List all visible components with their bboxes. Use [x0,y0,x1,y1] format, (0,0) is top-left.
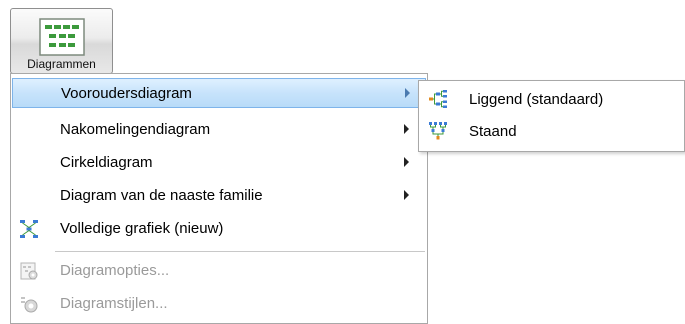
submenu-item-horizontal[interactable]: Liggend (standaard) [419,84,684,114]
menu-item-label: Diagramstijlen... [60,295,168,312]
submenu-item-vertical[interactable]: Staand [419,116,684,146]
ancestor-chart-submenu: Liggend (standaard) Staand [418,80,685,152]
diagrams-icon [38,17,86,59]
menu-item-chart-options[interactable]: Diagramopties... [12,256,426,286]
menu-item-label: Volledige grafiek (nieuw) [60,220,224,237]
diagrams-button-label: Diagrammen [27,57,96,71]
menu-item-full-graph[interactable]: Volledige grafiek (nieuw) [12,214,426,244]
menu-item-label: Vooroudersdiagram [61,85,192,102]
submenu-arrow-icon [404,190,409,200]
menu-item-ancestor-chart[interactable]: Vooroudersdiagram [12,78,426,108]
app-root: Diagrammen Vooroudersdiagram Nakomelinge… [0,0,685,324]
horizontal-tree-icon [428,89,448,109]
diagrams-ribbon-button[interactable]: Diagrammen [10,8,113,74]
menu-separator [55,251,425,253]
menu-item-family-chart[interactable]: Diagram van de naaste familie [12,181,426,211]
menu-item-chart-styles[interactable]: Diagramstijlen... [12,289,426,319]
submenu-item-label: Liggend (standaard) [469,91,604,108]
menu-item-label: Diagramopties... [60,262,170,279]
menu-item-fan-chart[interactable]: Cirkeldiagram [12,148,426,178]
vertical-tree-icon [428,121,448,141]
submenu-item-label: Staand [469,123,517,140]
menu-item-label: Nakomelingendiagram [60,121,211,138]
full-graph-icon [19,219,39,239]
submenu-arrow-icon [404,124,409,134]
chart-styles-icon [19,294,39,314]
chart-options-icon [19,261,39,281]
menu-item-descendant-chart[interactable]: Nakomelingendiagram [12,115,426,145]
menu-item-label: Cirkeldiagram [60,154,153,171]
diagrams-dropdown-menu: Vooroudersdiagram Nakomelingendiagram Ci… [10,73,428,324]
menu-item-label: Diagram van de naaste familie [60,187,263,204]
submenu-arrow-icon [404,157,409,167]
submenu-arrow-icon [405,88,410,98]
